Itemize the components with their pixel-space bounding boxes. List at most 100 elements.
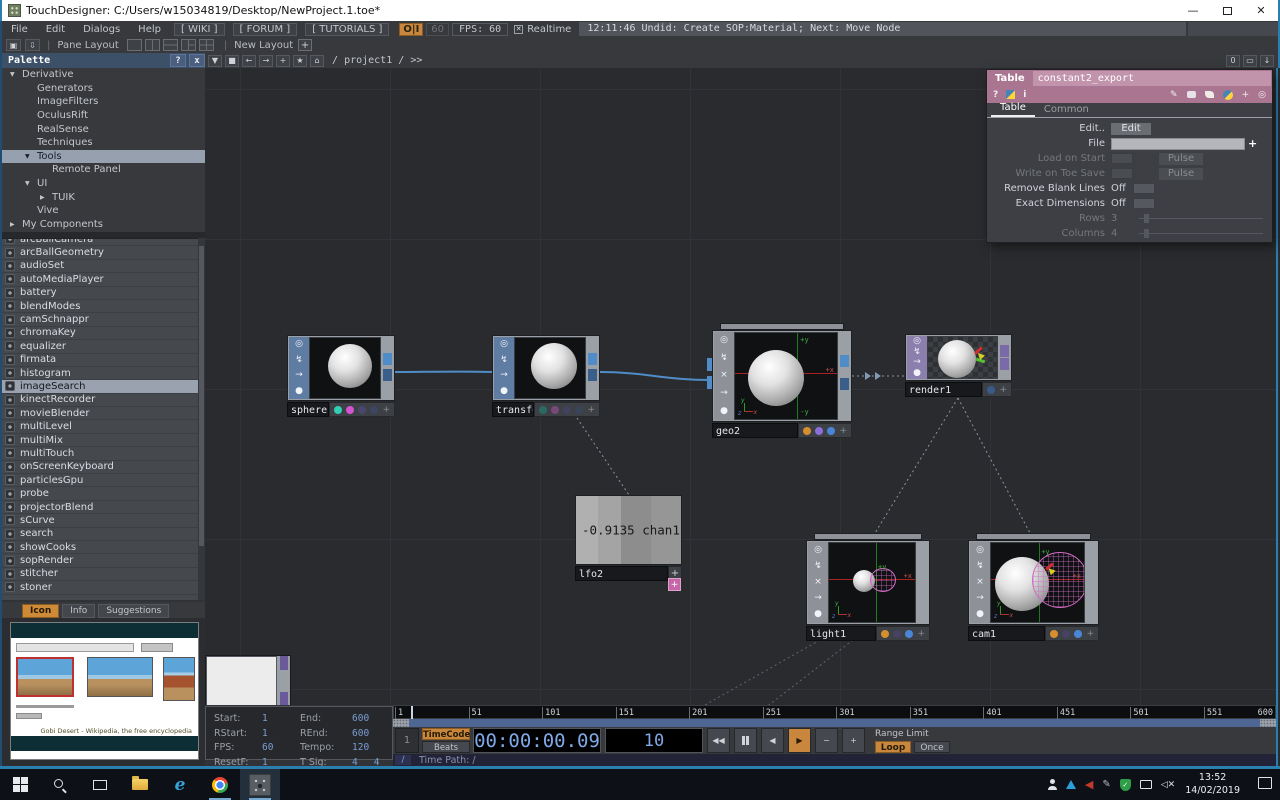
- delete-icon[interactable]: ×: [720, 371, 728, 380]
- menu-help[interactable]: Help: [129, 24, 170, 35]
- close-button[interactable]: ✕: [1244, 0, 1278, 21]
- arrow-icon[interactable]: →: [500, 371, 508, 380]
- timeline-field-value-end[interactable]: 600: [352, 713, 396, 724]
- slider-knob[interactable]: [1144, 214, 1149, 223]
- taskbar-clock[interactable]: 13:52 14/02/2019: [1185, 772, 1240, 798]
- home-icon[interactable]: ⌂: [310, 54, 324, 67]
- range-start-grip[interactable]: [393, 719, 409, 727]
- bypass-icon[interactable]: ↯: [814, 561, 822, 571]
- notification-center-icon[interactable]: [1258, 777, 1272, 789]
- node-light1[interactable]: ◎ ↯ × → ● +y +x yxz light1 +: [806, 533, 930, 641]
- palette-tree-item-generators[interactable]: Generators: [2, 82, 205, 96]
- playhead[interactable]: [411, 706, 414, 720]
- palette-tree-item-realsense[interactable]: RealSense: [2, 122, 205, 136]
- node-name-label[interactable]: cam1: [968, 626, 1046, 641]
- palette-list-item-particlesgpu[interactable]: particlesGpu: [2, 474, 205, 488]
- palette-list-item-battery[interactable]: battery: [2, 287, 205, 300]
- import-icon[interactable]: ⇩: [25, 39, 40, 51]
- node-name-label[interactable]: sphere1: [287, 402, 330, 417]
- palette-list-item-onscreenkeyboard[interactable]: onScreenKeyboard: [2, 461, 205, 475]
- midi-io-badge[interactable]: O|I: [399, 22, 424, 36]
- palette-list-item-soprender[interactable]: sopRender: [2, 554, 205, 568]
- frame-increment-button[interactable]: +: [842, 728, 865, 753]
- palette-list-item-search[interactable]: search: [2, 528, 205, 541]
- palette-list-item-movieblender[interactable]: movieBlender: [2, 407, 205, 421]
- palette-list-item-histogram[interactable]: histogram: [2, 367, 205, 381]
- pulse-button[interactable]: Pulse: [1159, 152, 1203, 165]
- add-color-dot[interactable]: +: [917, 629, 925, 638]
- tab-common[interactable]: Common: [1035, 103, 1098, 117]
- node-viewer-sphere1[interactable]: [309, 337, 381, 399]
- palette-tree-item-vive[interactable]: Vive: [2, 204, 205, 218]
- tutorials-link[interactable]: [ TUTORIALS ]: [305, 22, 390, 36]
- python-icon[interactable]: [1222, 89, 1233, 100]
- pen-tray-icon[interactable]: ✎: [1102, 779, 1110, 790]
- palette-list-item-imagesearch[interactable]: imageSearch: [2, 380, 205, 394]
- back-icon[interactable]: ←: [242, 54, 256, 67]
- add-color-dot[interactable]: +: [1086, 629, 1094, 638]
- pulse-button[interactable]: Pulse: [1159, 167, 1203, 180]
- forum-link[interactable]: [ FORUM ]: [232, 22, 298, 36]
- timeline-field-value-rstart[interactable]: 1: [262, 728, 300, 739]
- loop-button[interactable]: Loop: [875, 740, 911, 753]
- comp-top-strip[interactable]: [976, 533, 1091, 540]
- palette-close-button[interactable]: x: [189, 54, 205, 67]
- palette-list-item-multitouch[interactable]: multiTouch: [2, 447, 205, 461]
- bypass-icon[interactable]: ↯: [500, 355, 508, 365]
- node-output-strip[interactable]: [381, 337, 393, 399]
- dialog-title-bar[interactable]: Table constant2_export: [987, 70, 1272, 86]
- palette-tree-item-derivative[interactable]: ▼ Derivative: [2, 68, 205, 82]
- node-color-dot[interactable]: [1074, 629, 1083, 638]
- fps-indicator[interactable]: FPS: 60: [452, 22, 509, 36]
- menu-dialogs[interactable]: Dialogs: [74, 24, 129, 35]
- palette-list-item-kinectrecorder[interactable]: kinectRecorder: [2, 394, 205, 408]
- help-icon[interactable]: ?: [993, 90, 998, 100]
- toggle-switch[interactable]: [1111, 153, 1133, 164]
- palette-list-item-stoner[interactable]: stoner: [2, 581, 205, 595]
- export-flag-badge[interactable]: +: [668, 578, 681, 591]
- maximize-pane-icon[interactable]: ▭: [1243, 54, 1257, 67]
- copy-page-icon[interactable]: [1204, 91, 1214, 98]
- play-button[interactable]: ▶: [788, 728, 811, 753]
- node-color-dot[interactable]: [334, 405, 343, 414]
- timecode-mode-button[interactable]: TimeCode: [422, 728, 470, 740]
- volume-muted-icon[interactable]: ◁✕: [1161, 780, 1175, 790]
- timeline-field-value-start[interactable]: 1: [262, 713, 300, 724]
- chevron-down-icon[interactable]: ▼: [10, 71, 22, 78]
- palette-list-item-blendmodes[interactable]: blendModes: [2, 300, 205, 314]
- node-color-dot[interactable]: [1062, 629, 1071, 638]
- palette-tree-item-tuik[interactable]: ▶ TUIK: [2, 190, 205, 204]
- node-output-connector[interactable]: [280, 656, 288, 670]
- timeline-field-value-rend[interactable]: 600: [352, 728, 396, 739]
- palette-list-item-projectorblend[interactable]: projectorBlend: [2, 501, 205, 515]
- comet-icon[interactable]: ●: [814, 610, 822, 619]
- node-viewer-transform1[interactable]: [514, 337, 586, 399]
- node-transform1[interactable]: ◎ ↯ → ● transform1 +: [492, 335, 600, 417]
- language-icon[interactable]: [1006, 90, 1016, 99]
- comet-icon[interactable]: ●: [295, 386, 303, 396]
- node-output-strip[interactable]: [277, 656, 290, 705]
- comp-top-strip[interactable]: [814, 533, 922, 540]
- layout-mixed-button[interactable]: [180, 39, 196, 51]
- node-color-dot[interactable]: [1050, 629, 1059, 638]
- palette-list-item-multilevel[interactable]: multiLevel: [2, 420, 205, 434]
- people-tray-icon[interactable]: [1047, 779, 1057, 790]
- new-layout-add-button[interactable]: +: [298, 39, 313, 51]
- timeline-ruler[interactable]: 1 51 101 151 201 251 301 351 401 451 501 551 600: [393, 705, 1276, 720]
- start-button[interactable]: [0, 769, 40, 800]
- node-output-strip[interactable]: [586, 337, 598, 399]
- palette-list-item-arcballgeometry[interactable]: arcBallGeometry: [2, 246, 205, 260]
- slider-knob[interactable]: [1144, 229, 1149, 238]
- node-viewer-lfo2[interactable]: -0.9135 chan1: [575, 495, 682, 565]
- node-render1[interactable]: ◎ ↯ → ● render1 +: [905, 334, 1012, 397]
- node-color-dot[interactable]: [551, 405, 560, 414]
- node-viewer-cam1[interactable]: +y +x yxz: [990, 542, 1085, 623]
- node-viewer-geo2[interactable]: +y +x -y yxz: [734, 332, 838, 420]
- network-tray-icon[interactable]: [1139, 780, 1152, 789]
- task-view-button[interactable]: [80, 769, 120, 800]
- once-button[interactable]: Once: [914, 740, 950, 753]
- node-color-dot[interactable]: [987, 385, 996, 394]
- palette-list-item-arcballcamera[interactable]: arcBallCamera: [2, 239, 205, 247]
- bypass-icon[interactable]: ↯: [295, 355, 303, 365]
- file-field[interactable]: [1111, 137, 1245, 150]
